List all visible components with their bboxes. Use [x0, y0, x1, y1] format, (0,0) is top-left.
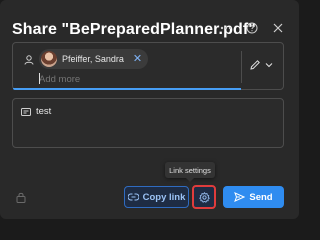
edit-pencil-icon — [250, 60, 260, 70]
text-caret — [39, 73, 40, 84]
add-more-input[interactable] — [39, 74, 229, 85]
message-icon — [21, 108, 31, 116]
permission-dropdown[interactable] — [249, 59, 273, 71]
more-icon[interactable] — [219, 21, 233, 35]
recipients-field[interactable]: Pfeiffer, Sandra ✕ — [12, 42, 284, 90]
send-button[interactable]: Send — [223, 186, 284, 208]
link-icon — [127, 193, 139, 201]
gear-icon — [198, 191, 210, 203]
header-actions — [219, 21, 285, 35]
message-text[interactable]: test — [36, 106, 51, 117]
send-icon — [234, 192, 246, 202]
focus-underline — [13, 88, 241, 90]
help-icon[interactable] — [245, 21, 259, 35]
avatar — [41, 51, 57, 67]
copy-link-button[interactable]: Copy link — [124, 186, 189, 208]
person-icon — [24, 55, 34, 65]
divider — [241, 51, 242, 83]
lock-icon[interactable] — [16, 192, 26, 203]
settings-tooltip: Link settings — [165, 162, 215, 182]
recipient-name: Pfeiffer, Sandra — [62, 54, 124, 64]
recipient-chip[interactable]: Pfeiffer, Sandra ✕ — [39, 49, 149, 69]
message-field[interactable]: test — [12, 98, 284, 148]
link-settings-button[interactable] — [192, 185, 216, 209]
copy-link-label: Copy link — [142, 191, 186, 203]
send-label: Send — [249, 191, 273, 203]
share-dialog: Share "BePreparedPlanner.pdf" Pfeiffer, … — [0, 0, 299, 219]
remove-icon[interactable]: ✕ — [133, 54, 142, 65]
close-icon[interactable] — [271, 21, 285, 35]
chevron-down-icon — [265, 63, 273, 68]
